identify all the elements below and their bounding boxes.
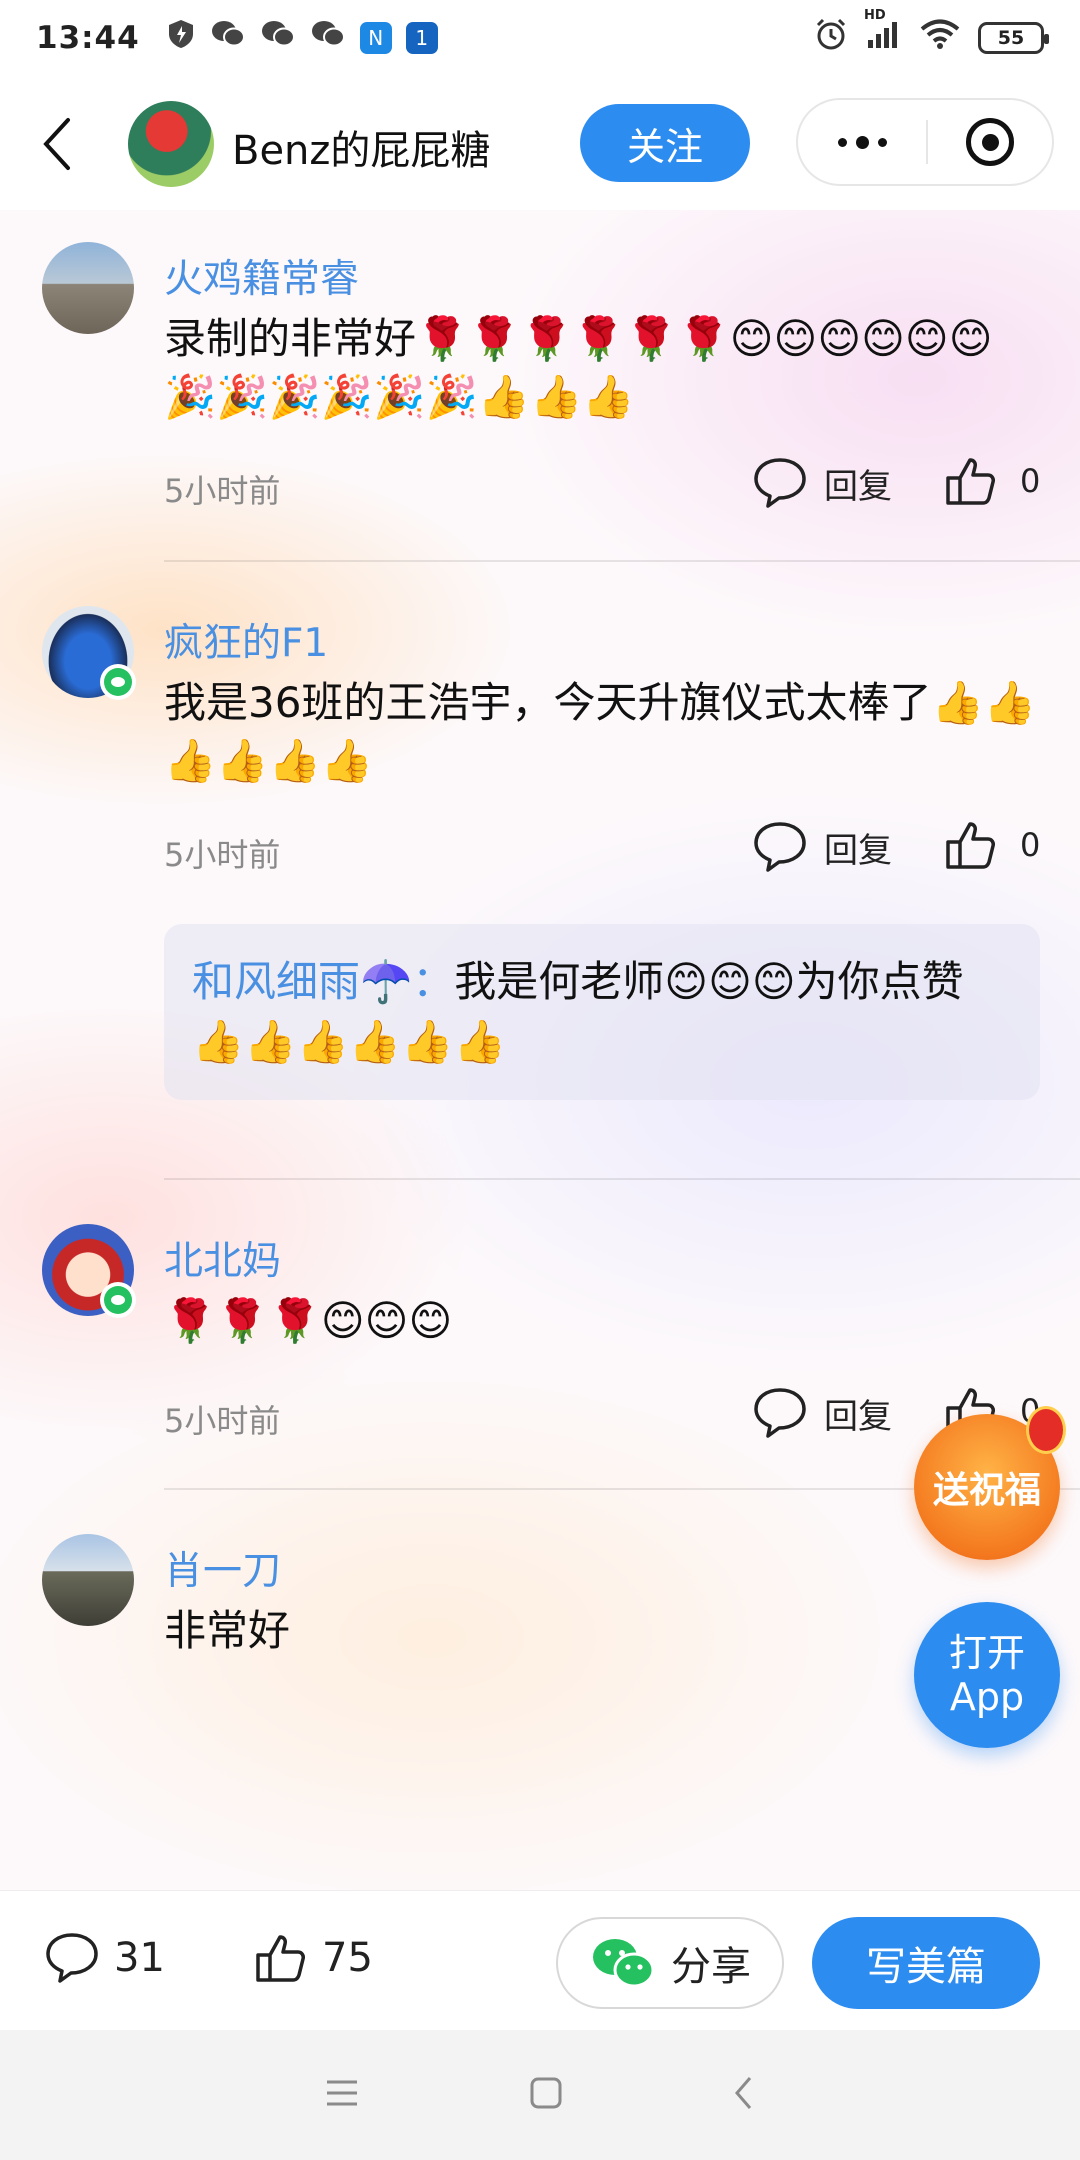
comment-bubble-icon: [754, 458, 806, 508]
wechat-notification-icon: [310, 18, 346, 58]
commenter-avatar[interactable]: [42, 1224, 136, 1318]
bottom-action-bar: 31 75 分享 写美篇: [0, 1890, 1080, 2030]
status-time: 13:44: [36, 20, 140, 56]
commenter-avatar[interactable]: [42, 1534, 134, 1626]
wechat-badge-icon: [100, 1282, 136, 1318]
reply-button[interactable]: 回复: [752, 1386, 892, 1440]
article-header: Benz的屁屁糖 关注: [0, 76, 1080, 210]
article-like-button[interactable]: 75: [254, 1931, 373, 1985]
comment-count: 31: [114, 1935, 165, 1981]
like-count: 0: [1020, 826, 1041, 864]
lantern-icon: [1026, 1406, 1066, 1454]
share-label: 分享: [671, 1944, 751, 1990]
comment-text: 🌹🌹🌹😊😊😊: [164, 1296, 453, 1345]
wechat-notification-icon: [260, 18, 296, 58]
menu-icon[interactable]: [324, 2078, 360, 2112]
comment-time: 5小时前: [164, 1402, 281, 1440]
comments-count-button[interactable]: 31: [44, 1931, 165, 1985]
back-button[interactable]: [38, 116, 78, 172]
wechat-notification-icon: [210, 18, 246, 58]
thumbs-up-icon: [946, 822, 995, 869]
divider: [164, 560, 1080, 562]
divider: [164, 1178, 1080, 1180]
home-icon[interactable]: [529, 2076, 563, 2114]
commenter-name[interactable]: 火鸡籍常睿: [164, 248, 359, 304]
shield-icon: [166, 18, 196, 58]
comment-time: 5小时前: [164, 836, 281, 874]
battery-indicator: 55: [978, 22, 1049, 54]
comment-text: 录制的非常好🌹🌹🌹🌹🌹🌹😊😊😊😊😊😊🎉🎉🎉🎉🎉🎉👍👍👍: [164, 314, 993, 421]
write-article-button[interactable]: 写美篇: [812, 1917, 1040, 2009]
reply-label: 回复: [824, 466, 892, 507]
close-button[interactable]: [928, 118, 1052, 166]
comment-bubble-icon: [754, 822, 806, 872]
reply-label: 回复: [824, 1396, 892, 1437]
chevron-left-icon: [43, 118, 70, 170]
comment-bubble-icon: [754, 1388, 806, 1438]
target-close-icon: [966, 118, 1014, 166]
share-button[interactable]: 分享: [556, 1917, 784, 2009]
miniprogram-capsule: [796, 98, 1054, 186]
article-like-count: 75: [322, 1935, 373, 1981]
reply-label: 回复: [824, 830, 892, 871]
status-bar: 13:44 N 1 HD 55: [0, 0, 1080, 76]
more-dots-icon: [837, 137, 847, 147]
alarm-icon: [814, 17, 848, 59]
reply-button[interactable]: 回复: [752, 820, 892, 874]
comment-text: 我是36班的王浩宇，今天升旗仪式太棒了👍👍👍👍👍👍: [164, 678, 1037, 785]
reply-button[interactable]: 回复: [752, 456, 892, 510]
open-app-button[interactable]: 打开 App: [914, 1602, 1060, 1748]
commenter-name[interactable]: 肖一刀: [164, 1540, 281, 1596]
comment-time: 5小时前: [164, 472, 281, 510]
commenter-name[interactable]: 疯狂的F1: [164, 612, 328, 668]
commenter-name[interactable]: 北北妈: [164, 1230, 281, 1286]
like-button[interactable]: 0: [944, 454, 1040, 508]
like-button[interactable]: 0: [944, 818, 1040, 872]
thumbs-up-icon: [946, 458, 995, 505]
back-nav-icon[interactable]: [732, 2075, 756, 2115]
commenter-avatar[interactable]: [42, 606, 136, 700]
sub-reply-author[interactable]: 和风细雨☂️：: [192, 957, 454, 1006]
app-notification-icon: 1: [405, 22, 438, 54]
status-notification-icons: N 1: [166, 18, 438, 58]
send-blessing-button[interactable]: 送祝福: [914, 1406, 1066, 1560]
comments-list: 火鸡籍常睿 录制的非常好🌹🌹🌹🌹🌹🌹😊😊😊😊😊😊🎉🎉🎉🎉🎉🎉👍👍👍 5小时前 回…: [0, 210, 1080, 1890]
wifi-icon: [920, 18, 960, 58]
author-name[interactable]: Benz的屁屁糖: [232, 118, 490, 176]
comment-bubble-icon: [46, 1933, 98, 1983]
sub-reply[interactable]: 和风细雨☂️：我是何老师😊😊😊为你点赞👍👍👍👍👍👍: [164, 924, 1040, 1100]
follow-button[interactable]: 关注: [580, 104, 750, 182]
wechat-icon: [593, 1939, 655, 1988]
wechat-badge-icon: [100, 664, 136, 700]
like-count: 0: [1020, 462, 1041, 500]
n-app-icon: N: [359, 22, 392, 54]
comment-text: 非常好: [164, 1606, 291, 1655]
more-button[interactable]: [798, 100, 926, 184]
system-nav-bar: [0, 2030, 1080, 2160]
author-avatar[interactable]: [128, 101, 214, 187]
thumbs-up-icon: [256, 1935, 305, 1982]
signal-icon: HD: [864, 8, 902, 58]
commenter-avatar[interactable]: [42, 242, 134, 334]
